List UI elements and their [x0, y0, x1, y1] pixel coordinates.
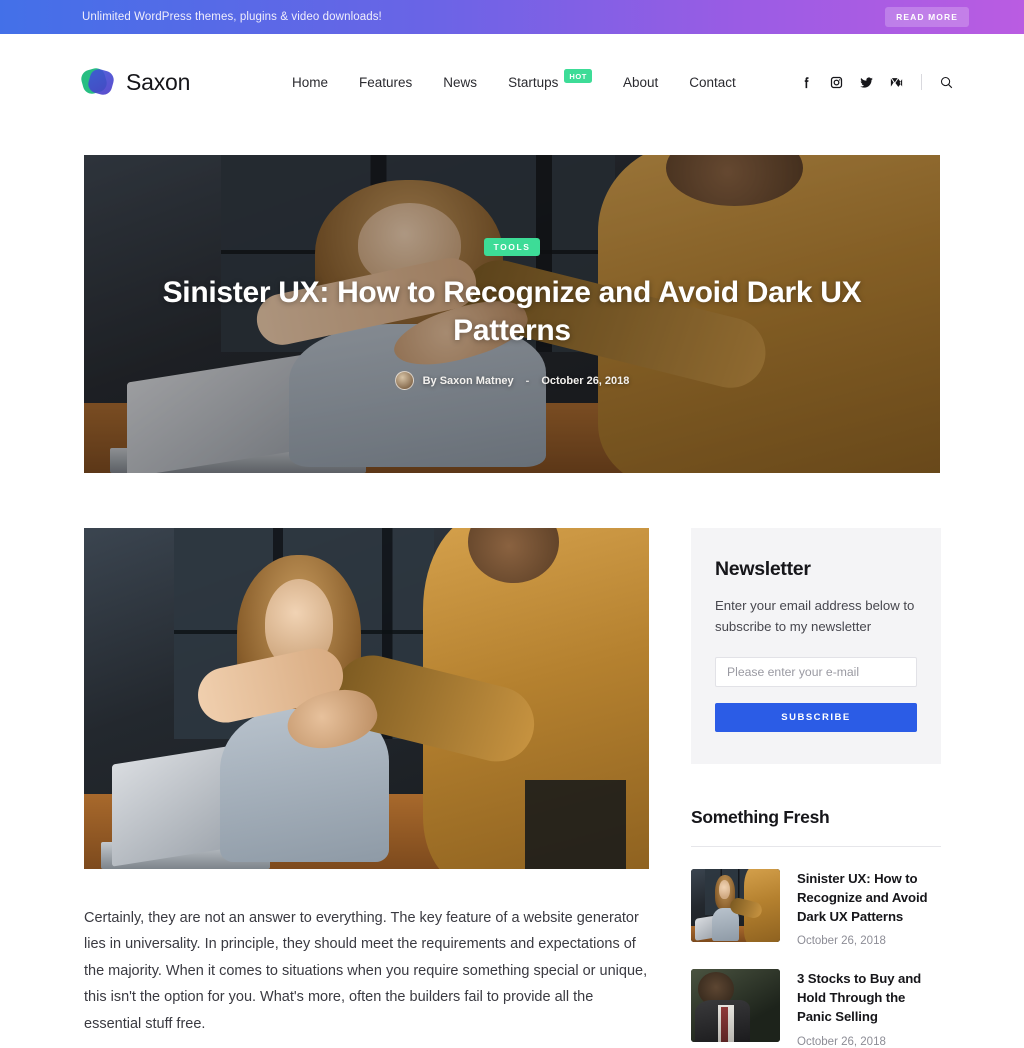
utility-divider	[921, 74, 922, 90]
article-image	[84, 528, 649, 869]
newsletter-description: Enter your email address below to subscr…	[715, 598, 915, 635]
list-item[interactable]: Sinister UX: How to Recognize and Avoid …	[691, 869, 941, 947]
nav-label: News	[443, 74, 478, 90]
main-navigation: Home Features News Startups HOT About Co…	[292, 69, 736, 90]
subscribe-button[interactable]: SUBSCRIBE	[715, 703, 917, 733]
header-utilities	[799, 74, 954, 90]
hero-meta: By Saxon Matney - October 26, 2018	[394, 371, 630, 391]
newsletter-title: Newsletter	[715, 558, 811, 580]
nav-label: Home	[292, 74, 329, 90]
brand-logo[interactable]: Saxon	[79, 66, 191, 98]
author-avatar	[394, 371, 414, 391]
read-more-button[interactable]: READ MORE	[885, 7, 969, 27]
search-icon[interactable]	[939, 75, 954, 90]
nav-item-contact[interactable]: Contact	[689, 75, 736, 90]
medium-icon[interactable]	[889, 75, 904, 90]
nav-item-about[interactable]: About	[623, 75, 658, 90]
hero-featured-post[interactable]: TOOLS Sinister UX: How to Recognize and …	[84, 155, 940, 473]
promo-bar: Unlimited WordPress themes, plugins & vi…	[0, 0, 1024, 34]
nav-label: Contact	[689, 74, 736, 90]
section-divider	[691, 846, 941, 848]
post-thumbnail	[691, 869, 780, 943]
hero-title[interactable]: Sinister UX: How to Recognize and Avoid …	[162, 274, 862, 351]
post-thumbnail	[691, 969, 780, 1043]
hero-category-badge[interactable]: TOOLS	[484, 237, 540, 256]
hero-author[interactable]: By Saxon Matney	[423, 375, 514, 387]
something-fresh-title: Something Fresh	[691, 807, 830, 828]
content-wrapper: Certainly, they are not an answer to eve…	[84, 528, 941, 1048]
hot-badge: HOT	[564, 69, 592, 83]
nav-item-startups[interactable]: Startups HOT	[508, 69, 592, 90]
brand-name: Saxon	[126, 68, 191, 95]
post-title[interactable]: 3 Stocks to Buy and Hold Through the Pan…	[797, 970, 941, 1026]
post-date: October 26, 2018	[797, 1035, 886, 1048]
nav-label: Startups	[508, 74, 559, 90]
site-header: Saxon Home Features News Startups HOT Ab…	[0, 34, 1024, 130]
nav-label: Features	[359, 74, 413, 90]
post-date: October 26, 2018	[797, 935, 886, 948]
nav-item-news[interactable]: News	[443, 75, 477, 90]
nav-item-features[interactable]: Features	[359, 75, 412, 90]
article-column: Certainly, they are not an answer to eve…	[84, 528, 649, 1048]
meta-separator: -	[525, 374, 530, 387]
article-body-text: Certainly, they are not an answer to eve…	[84, 910, 648, 1032]
nav-label: About	[622, 74, 659, 90]
instagram-icon[interactable]	[829, 75, 844, 90]
post-title[interactable]: Sinister UX: How to Recognize and Avoid …	[797, 870, 941, 926]
newsletter-widget: Newsletter Enter your email address belo…	[691, 528, 941, 765]
sidebar: Newsletter Enter your email address belo…	[691, 528, 941, 1048]
twitter-icon[interactable]	[859, 75, 874, 90]
hero-date: October 26, 2018	[541, 374, 630, 387]
saxon-logo-icon	[79, 66, 116, 98]
promo-text: Unlimited WordPress themes, plugins & vi…	[82, 11, 382, 23]
list-item[interactable]: 3 Stocks to Buy and Hold Through the Pan…	[691, 969, 941, 1048]
facebook-icon[interactable]	[799, 75, 814, 90]
nav-item-home[interactable]: Home	[292, 75, 328, 90]
hero-content: TOOLS Sinister UX: How to Recognize and …	[84, 155, 940, 473]
newsletter-email-input[interactable]	[715, 657, 917, 688]
